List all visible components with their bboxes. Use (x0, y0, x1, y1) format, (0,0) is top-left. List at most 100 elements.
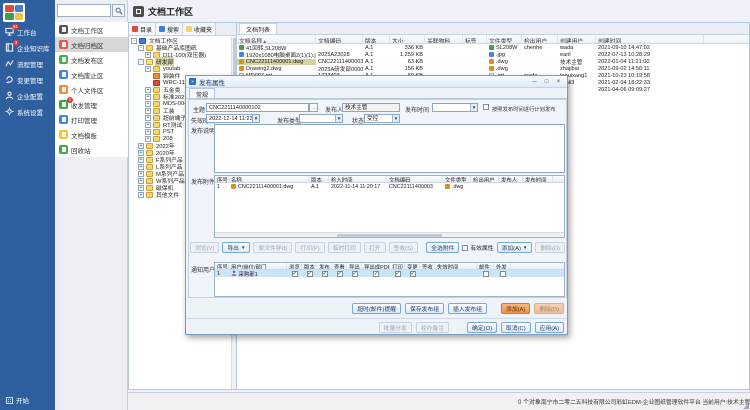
close-button[interactable]: × (553, 77, 564, 86)
sidebar-item-3[interactable]: 流程管理 (0, 56, 55, 71)
column-header[interactable]: 导出 (347, 263, 362, 269)
permission-checkbox[interactable]: ✓ (395, 271, 401, 277)
permission-checkbox[interactable]: ✓ (307, 271, 313, 277)
add-user-button[interactable]: 添加(A) (501, 303, 530, 314)
attach-action-button-8[interactable]: 全选附件 (426, 242, 459, 253)
column-header[interactable]: 发布时间 (523, 176, 553, 182)
mail-checkbox[interactable] (483, 271, 489, 277)
collapse-icon[interactable]: - (138, 45, 144, 51)
collapse-icon[interactable]: - (131, 38, 137, 44)
column-header[interactable]: 文档编码 (387, 176, 443, 182)
expand-icon[interactable]: + (145, 52, 151, 58)
tree-node[interactable]: +D11-100(双压器) (129, 51, 231, 58)
module-item-2[interactable]: 文档归档区 (55, 37, 128, 52)
column-header[interactable]: 发布人 (499, 176, 523, 182)
group-button-3[interactable]: 插入发布组 (448, 303, 487, 314)
column-header[interactable]: 文件类型 (487, 35, 522, 43)
column-header[interactable]: 发布 (317, 263, 332, 269)
add-attachment-button[interactable]: 添加(A)▼ (497, 242, 533, 253)
tree-node[interactable]: -研发部 (129, 58, 231, 65)
expand-icon[interactable]: + (145, 122, 151, 128)
notify-user-row[interactable]: 1 采购部1✓✓✓✓✓✓✓✓ (215, 270, 564, 277)
expand-icon[interactable]: + (138, 178, 144, 184)
group-button-1[interactable]: 超时(邮件)提醒 (352, 303, 401, 314)
subject-field[interactable]: CNC2211140000102 (206, 103, 309, 112)
expand-icon[interactable]: + (138, 143, 144, 149)
expand-icon[interactable]: + (145, 94, 151, 100)
explorer-tab-1[interactable]: 目录 (129, 23, 156, 35)
column-header[interactable]: 检出用户 (522, 35, 558, 43)
expand-icon[interactable]: + (138, 192, 144, 198)
column-header[interactable]: 查看 (332, 263, 347, 269)
sidebar-item-5[interactable]: 企业配置 (0, 88, 55, 103)
sidebar-item-6[interactable]: 系统设置 (0, 104, 55, 119)
expand-icon[interactable]: + (145, 129, 151, 135)
explorer-tab-2[interactable]: 搜索 (156, 23, 183, 35)
publish-type-combo[interactable]: ▼ (299, 114, 343, 123)
column-header[interactable]: 签收 (420, 263, 435, 269)
column-header[interactable]: 浏览 (287, 263, 302, 269)
column-header[interactable]: 版本 (302, 263, 317, 269)
expand-icon[interactable]: + (138, 157, 144, 163)
scrollbar-thumb[interactable] (337, 234, 442, 237)
sidebar-item-1[interactable]: 61工作台 (0, 24, 55, 39)
module-item-4[interactable]: 文档废止区 (55, 67, 128, 82)
sidebar-item-4[interactable]: 变更管理 (0, 72, 55, 87)
column-header[interactable]: 版本 (309, 176, 329, 182)
module-item-7[interactable]: 打印管理 (55, 112, 128, 127)
collapse-icon[interactable]: - (138, 59, 144, 65)
search-input[interactable] (57, 4, 111, 17)
cancel-button[interactable]: 取消(C) (501, 322, 531, 333)
attachments-hscrollbar[interactable] (215, 232, 564, 237)
expand-icon[interactable]: + (138, 171, 144, 177)
column-header[interactable]: 序号 (215, 176, 229, 182)
expand-icon[interactable]: + (145, 101, 151, 107)
expire-time-combo[interactable]: 2022-12-14 11:23▼ (206, 114, 260, 123)
external-checkbox[interactable] (500, 271, 506, 277)
column-header[interactable]: 文档名称▲ (237, 35, 316, 43)
column-header[interactable]: 大小 (390, 35, 425, 43)
column-header[interactable]: 版本 (363, 35, 390, 43)
ok-button[interactable]: 确定(O) (467, 322, 497, 333)
status-combo[interactable]: 受控▼ (364, 114, 400, 123)
module-item-6[interactable]: 1收发管理 (55, 97, 128, 112)
apply-button[interactable]: 应用(A) (535, 322, 564, 333)
valid-attr-checkbox[interactable] (462, 245, 468, 251)
column-header[interactable]: 标签 (463, 35, 487, 43)
column-header[interactable]: 检出用户 (471, 176, 499, 182)
column-header[interactable]: 检入时间 (329, 176, 387, 182)
column-header[interactable]: 导出成PDF (362, 263, 390, 269)
column-header[interactable]: 邮件 (477, 263, 494, 269)
start-button[interactable]: 开始 (0, 394, 55, 406)
column-header[interactable]: 文件类型 (443, 176, 471, 182)
subject-browse-button[interactable]: … (309, 103, 318, 112)
module-item-8[interactable]: 文档模板 (55, 127, 128, 142)
sidebar-item-2[interactable]: 3企业知识库 (0, 40, 55, 55)
schedule-checkbox[interactable] (483, 104, 489, 110)
module-item-3[interactable]: 文档发布区 (55, 52, 128, 67)
attachment-row[interactable]: 1CNC22111400001.dwgA.12022-11-14 11:20:1… (215, 183, 564, 190)
file-row[interactable]: 1920x1080电脑桌面2(1)(1).jpg2025A23028A.11,2… (237, 51, 749, 58)
expand-icon[interactable]: + (145, 115, 151, 121)
module-item-1[interactable]: 文档工作区 (55, 22, 128, 37)
column-header[interactable]: 外发 (494, 263, 511, 269)
resize-grip[interactable] (743, 403, 749, 409)
column-header[interactable]: 关联物料 (425, 35, 463, 43)
permission-checkbox[interactable]: ✓ (292, 271, 298, 277)
search-button[interactable] (112, 4, 125, 17)
module-item-5[interactable]: 个人文件区 (55, 82, 128, 97)
group-button-2[interactable]: 保存发布组 (405, 303, 444, 314)
tab-file-list[interactable]: 文档列表 (239, 23, 277, 34)
expand-icon[interactable]: + (138, 185, 144, 191)
maximize-button[interactable]: □ (541, 77, 552, 86)
minimize-button[interactable]: ─ (529, 77, 540, 86)
permission-checkbox[interactable]: ✓ (322, 271, 328, 277)
column-header[interactable]: 名称 (229, 176, 309, 182)
file-row[interactable]: CNC22111400001.dwgCNC22111400003A.163 KB… (237, 58, 749, 65)
permission-checkbox[interactable]: ✓ (410, 271, 416, 277)
column-header[interactable]: 用户/岗位/部门 (229, 263, 287, 269)
column-header[interactable]: 变更 (405, 263, 420, 269)
attach-action-button-2[interactable]: 导出▼ (222, 242, 250, 253)
file-row[interactable]: Drawing2.dwg2025A研发部00007A.1156 KB.dwgzh… (237, 65, 749, 72)
scrollbar-thumb[interactable] (233, 38, 236, 78)
